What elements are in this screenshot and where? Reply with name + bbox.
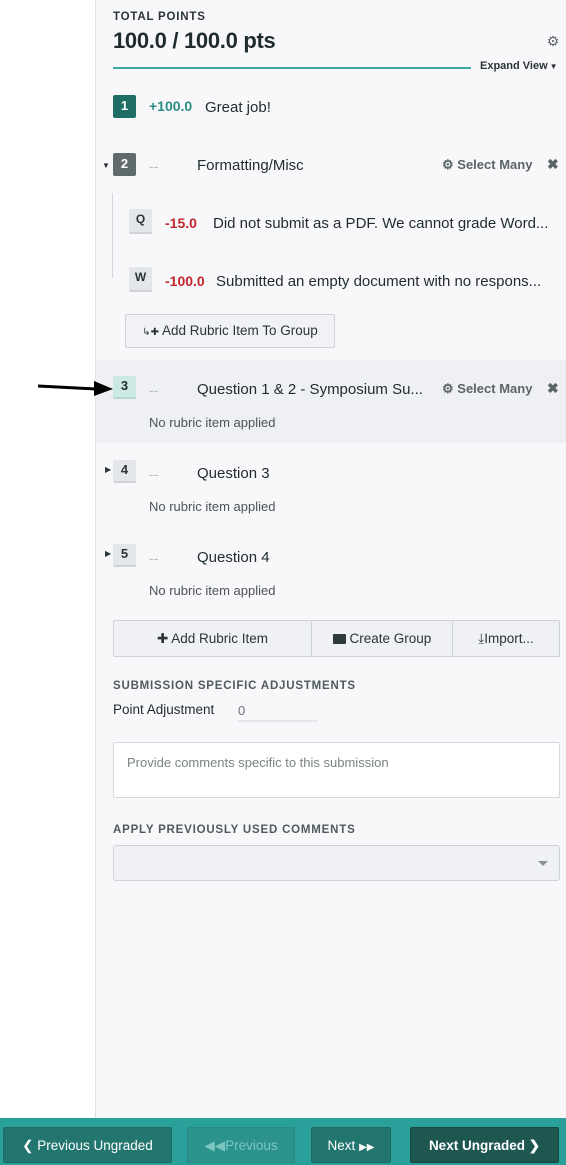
rubric-key-5[interactable]: 5 (113, 544, 136, 567)
add-to-group-label: Add Rubric Item To Group (161, 323, 318, 338)
gear-icon: ⚙ (442, 157, 454, 172)
group-title-2[interactable]: Formatting/Misc (197, 157, 304, 174)
plus-icon: ✚ (156, 631, 169, 646)
rubric-key-1[interactable]: 1 (113, 95, 136, 118)
chevron-left-icon: ❮ (22, 1138, 34, 1153)
add-rubric-item-to-group-button[interactable]: ↳✚ Add Rubric Item To Group (125, 314, 335, 348)
expand-view-label: Expand View (480, 60, 548, 72)
select-many-button-2[interactable]: ⚙ Select Many (442, 157, 532, 173)
dropdown-caret-icon (538, 861, 548, 866)
previous-label: Previous (225, 1138, 278, 1153)
plus-icon: ↳✚ (142, 327, 159, 338)
rubric-key-2[interactable]: 2 (113, 153, 136, 176)
next-label: Next (327, 1138, 356, 1153)
next-button[interactable]: Next ▶▶ (311, 1127, 391, 1163)
rubric-panel: TOTAL POINTS 100.0 / 100.0 pts ⚙ Expand … (95, 0, 566, 1118)
previous-ungraded-button[interactable]: ❮ Previous Ungraded (3, 1127, 172, 1163)
expand-caret-icon[interactable]: ▶ (105, 465, 111, 474)
add-rubric-item-label: Add Rubric Item (171, 631, 269, 646)
group-indent-line (112, 193, 113, 278)
fast-forward-icon: ▶▶ (359, 1142, 375, 1153)
close-icon[interactable]: ✖ (547, 380, 559, 397)
next-ungraded-button[interactable]: Next Ungraded ❯ (410, 1127, 559, 1163)
group-title-3[interactable]: Question 1 & 2 - Symposium Su... (197, 381, 423, 398)
rubric-points-3: -- (149, 382, 159, 398)
previous-comments-select[interactable] (113, 845, 560, 881)
rubric-status-5: No rubric item applied (149, 583, 276, 598)
navigation-footer: ❮ Previous Ungraded ◀◀Previous Next ▶▶ N… (0, 1118, 566, 1165)
select-many-label: Select Many (457, 157, 533, 172)
previous-button[interactable]: ◀◀Previous (187, 1127, 295, 1163)
rubric-points-1: +100.0 (149, 98, 193, 114)
rewind-icon: ◀◀ (204, 1138, 226, 1153)
submission-comment-input[interactable] (113, 742, 560, 798)
expand-caret-icon[interactable]: ▶ (105, 549, 111, 558)
collapse-caret-icon[interactable]: ▼ (102, 161, 110, 170)
total-points-label: TOTAL POINTS (113, 11, 206, 23)
create-group-button[interactable]: Create Group (312, 621, 453, 656)
pointer-arrow-annotation (38, 381, 113, 396)
close-icon[interactable]: ✖ (547, 156, 559, 173)
rubric-status-4: No rubric item applied (149, 499, 276, 514)
rubric-points-5: -- (149, 550, 159, 566)
rubric-points-2: -- (149, 158, 159, 174)
expand-view-button[interactable]: Expand View ▼ (480, 60, 558, 72)
rubric-points-4: -- (149, 466, 159, 482)
rubric-key-w[interactable]: W (129, 267, 152, 292)
next-ungraded-label: Next Ungraded (428, 1138, 525, 1153)
rubric-points-w: -100.0 (165, 273, 205, 289)
point-adjustment-label: Point Adjustment (113, 702, 215, 717)
group-title-5[interactable]: Question 4 (197, 549, 270, 566)
point-adjustment-input[interactable] (237, 700, 317, 722)
rubric-description-w[interactable]: Submitted an empty document with no resp… (216, 273, 541, 290)
total-points-value: 100.0 / 100.0 pts (113, 28, 276, 53)
rubric-row-3-highlight (96, 360, 566, 443)
rubric-description-q[interactable]: Did not submit as a PDF. We cannot grade… (213, 215, 548, 232)
import-button[interactable]: ⤓Import... (453, 621, 559, 656)
add-rubric-item-button[interactable]: ✚ Add Rubric Item (114, 621, 312, 656)
previous-comments-label: APPLY PREVIOUSLY USED COMMENTS (113, 824, 356, 836)
rubric-description-1[interactable]: Great job! (205, 99, 271, 116)
rubric-key-q[interactable]: Q (129, 209, 152, 234)
caret-down-icon: ▼ (549, 62, 558, 71)
rubric-status-3: No rubric item applied (149, 415, 276, 430)
gear-icon[interactable]: ⚙ (545, 33, 561, 49)
adjustments-section-label: SUBMISSION SPECIFIC ADJUSTMENTS (113, 680, 356, 692)
rubric-points-q: -15.0 (165, 215, 197, 231)
score-progress-bar (113, 67, 471, 69)
chevron-right-icon: ❯ (528, 1138, 541, 1153)
gear-icon: ⚙ (442, 381, 454, 396)
import-label: Import... (484, 631, 534, 646)
rubric-key-3[interactable]: 3 (113, 376, 136, 399)
create-group-label: Create Group (349, 631, 432, 646)
folder-icon (332, 634, 346, 644)
group-title-4[interactable]: Question 3 (197, 465, 270, 482)
previous-ungraded-label: Previous Ungraded (37, 1138, 153, 1153)
select-many-button-3[interactable]: ⚙ Select Many (442, 381, 532, 397)
rubric-actions: ✚ Add Rubric Item Create Group ⤓Import..… (113, 620, 560, 657)
left-blank-area (0, 0, 95, 1118)
rubric-key-4[interactable]: 4 (113, 460, 136, 483)
select-many-label: Select Many (457, 381, 533, 396)
